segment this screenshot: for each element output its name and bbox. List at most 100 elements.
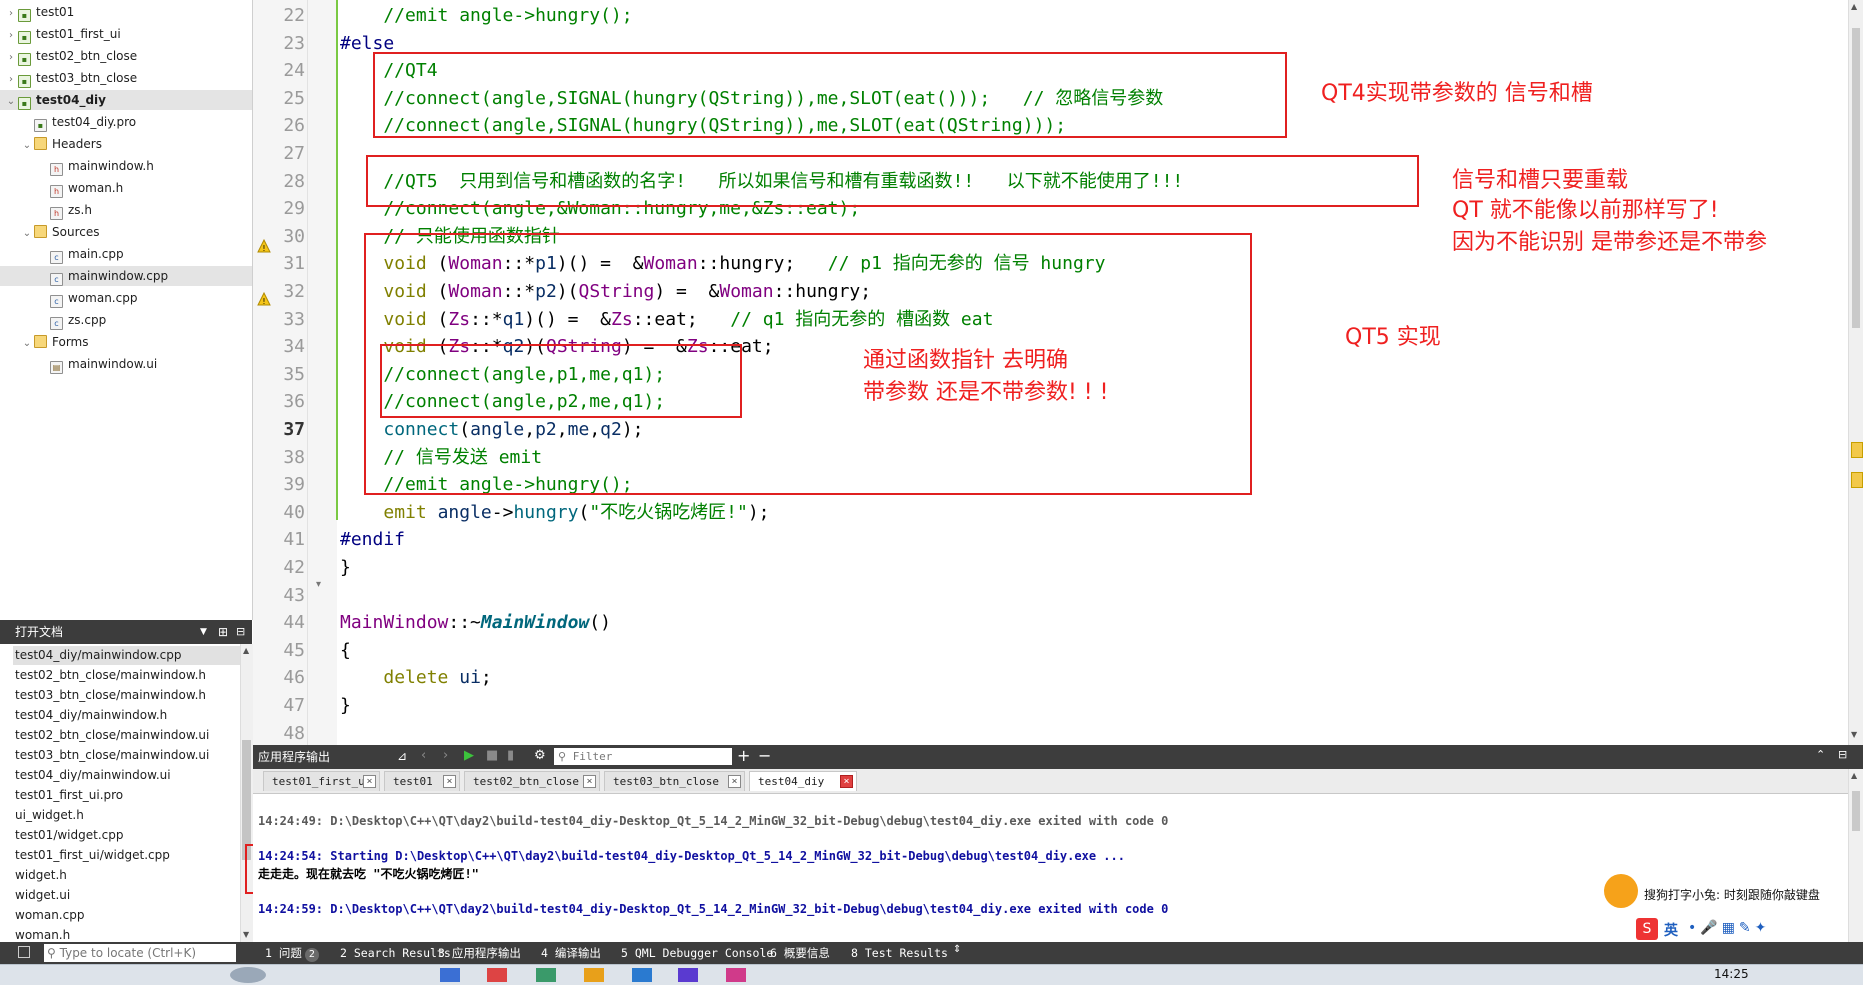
status-bar-tab[interactable]: 5 QML Debugger Console [621, 942, 773, 964]
tree-item[interactable]: › ▪ test01_first_ui [0, 24, 252, 44]
status-bar-tab[interactable]: 8 Test Results [851, 942, 948, 964]
next-icon[interactable]: › [443, 748, 448, 763]
output-tabs[interactable]: test01_first_ui × test01 × test02_btn_close ×… [253, 769, 1848, 794]
zoom-out-icon[interactable]: − [758, 746, 771, 765]
editor-scrollbar[interactable]: ▲ ▼ [1848, 0, 1863, 745]
tree-item[interactable]: › ▪ test02_btn_close [0, 46, 252, 66]
code-line[interactable]: } [340, 693, 351, 718]
tree-item[interactable]: › ▪ test03_btn_close [0, 68, 252, 88]
status-bar-tab[interactable]: 4 编译输出 [541, 942, 601, 964]
output-tab[interactable]: test03_btn_close × [604, 771, 745, 791]
status-bar-tab[interactable]: 2 Search Results [340, 942, 451, 964]
close-tab-icon[interactable]: × [840, 775, 853, 788]
attach-icon[interactable]: ▮ [507, 748, 514, 763]
tree-item[interactable]: h zs.h [0, 200, 252, 220]
open-document-item[interactable]: test01_first_ui.pro [15, 786, 123, 805]
tree-item[interactable]: ▪ test04_diy.pro [0, 112, 252, 132]
status-bar-tab[interactable]: 6 概要信息 [770, 942, 830, 964]
close-panel-icon[interactable]: ⊟ [236, 620, 245, 644]
open-document-item[interactable]: test01/widget.cpp [15, 826, 123, 845]
taskbar-app-icon[interactable] [487, 968, 507, 982]
output-tab[interactable]: test04_diy × [749, 771, 857, 791]
tree-item[interactable]: › ▪ test01 [0, 2, 252, 22]
split-icon[interactable]: ⊞ [218, 620, 228, 644]
fold-toggle-icon[interactable]: ▾ [316, 579, 321, 590]
ime-tool-icons[interactable]: •🎤▦✎✦ [1688, 920, 1770, 936]
tree-item[interactable]: c mainwindow.cpp [0, 266, 252, 286]
taskbar-app-icon[interactable] [536, 968, 556, 982]
open-document-item[interactable]: test01_first_ui/widget.cpp [15, 846, 170, 865]
zoom-in-icon[interactable]: + [737, 746, 750, 765]
open-documents-scrollbar[interactable]: ▲ ▼ [240, 644, 253, 944]
status-bar-arrows-icon[interactable]: ⇕ [953, 944, 961, 955]
code-line[interactable]: emit angle->hungry("不吃火锅吃烤匠!"); [340, 500, 769, 525]
open-documents-dropdown-icon[interactable]: ▼ [200, 620, 207, 644]
output-filter-input[interactable]: ⚲ Filter [554, 748, 732, 765]
ime-logo-icon[interactable]: S [1636, 918, 1658, 940]
expand-arrow-icon[interactable]: › [4, 26, 18, 46]
close-tab-icon[interactable]: × [363, 775, 376, 788]
ime-lang[interactable]: 英 [1664, 920, 1678, 940]
taskbar-app-icon[interactable] [440, 968, 460, 982]
tree-item[interactable]: h mainwindow.h [0, 156, 252, 176]
tree-item[interactable]: c main.cpp [0, 244, 252, 264]
taskbar-app-icon[interactable] [230, 967, 266, 983]
output-tab[interactable]: test01 × [384, 771, 460, 791]
sidebar-toggle-icon[interactable] [18, 946, 30, 958]
tree-item[interactable]: c zs.cpp [0, 310, 252, 330]
expand-arrow-icon[interactable]: ⌄ [20, 224, 34, 244]
expand-arrow-icon[interactable]: › [4, 48, 18, 68]
tree-item[interactable]: ⌄ Sources [0, 222, 252, 242]
project-tree[interactable]: › ▪ test01 › ▪ test01_first_ui › ▪ test02_btn_cl… [0, 0, 253, 620]
taskbar-clock[interactable]: 14:25 [1714, 967, 1749, 981]
tree-item[interactable]: ⌄ Forms [0, 332, 252, 352]
code-line[interactable]: delete ui; [340, 665, 491, 690]
clear-output-icon[interactable]: ⊿ [397, 749, 407, 763]
status-bar-tab[interactable]: 3 应用程序输出 [438, 942, 521, 964]
open-document-item[interactable]: widget.h [15, 866, 67, 885]
open-document-item[interactable]: test04_diy/mainwindow.cpp [13, 646, 240, 665]
code-line[interactable]: #endif [340, 527, 405, 552]
code-line[interactable]: //emit angle->hungry(); [340, 3, 632, 28]
prev-icon[interactable]: ‹ [421, 748, 426, 763]
warning-icon[interactable]: ! [257, 239, 271, 253]
code-line[interactable]: } [340, 555, 351, 580]
open-document-item[interactable]: test04_diy/mainwindow.h [15, 706, 167, 725]
output-tab[interactable]: test01_first_ui × [263, 771, 380, 791]
ime-toolbar[interactable]: 搜狗打字小兔: 时刻跟随你敲键盘 S 英 •🎤▦✎✦ [1604, 868, 1848, 942]
expand-arrow-icon[interactable]: ⌄ [20, 334, 34, 354]
open-document-item[interactable]: test04_diy/mainwindow.ui [15, 766, 171, 785]
stop-icon[interactable]: ■ [486, 748, 498, 763]
expand-arrow-icon[interactable]: › [4, 4, 18, 24]
taskbar-app-icon[interactable] [584, 968, 604, 982]
output-scrollbar[interactable]: ▲ [1848, 769, 1863, 942]
close-tab-icon[interactable]: × [728, 775, 741, 788]
tree-item[interactable]: ▤ mainwindow.ui [0, 354, 252, 374]
open-documents-list[interactable]: test04_diy/mainwindow.cpp test02_btn_clos… [0, 644, 240, 944]
expand-arrow-icon[interactable]: ⌄ [4, 92, 18, 112]
taskbar-app-icon[interactable] [726, 968, 746, 982]
taskbar-app-icon[interactable] [678, 968, 698, 982]
open-document-item[interactable]: test02_btn_close/mainwindow.h [15, 666, 206, 685]
code-line[interactable]: { [340, 638, 351, 663]
tree-item[interactable]: h woman.h [0, 178, 252, 198]
maximize-panel-icon[interactable]: ⌃ [1816, 748, 1825, 761]
warning-icon[interactable]: ! [257, 292, 271, 306]
expand-arrow-icon[interactable]: ⌄ [20, 136, 34, 156]
close-output-icon[interactable]: ⊟ [1838, 748, 1847, 761]
close-tab-icon[interactable]: × [583, 775, 596, 788]
output-tab[interactable]: test02_btn_close × [464, 771, 600, 791]
open-document-item[interactable]: ui_widget.h [15, 806, 84, 825]
open-document-item[interactable]: test03_btn_close/mainwindow.ui [15, 746, 209, 765]
locator-input[interactable]: ⚲ Type to locate (Ctrl+K) [44, 944, 236, 962]
open-document-item[interactable]: test02_btn_close/mainwindow.ui [15, 726, 209, 745]
tree-item[interactable]: ⌄ ▪ test04_diy [0, 90, 252, 110]
run-icon[interactable]: ▶ [464, 748, 474, 763]
expand-arrow-icon[interactable]: › [4, 70, 18, 90]
tree-item[interactable]: ⌄ Headers [0, 134, 252, 154]
close-tab-icon[interactable]: × [443, 775, 456, 788]
open-document-item[interactable]: woman.cpp [15, 906, 84, 925]
taskbar-app-icon[interactable] [632, 968, 652, 982]
status-bar-tab[interactable]: 1 问题 2 [265, 942, 319, 964]
tree-item[interactable]: c woman.cpp [0, 288, 252, 308]
